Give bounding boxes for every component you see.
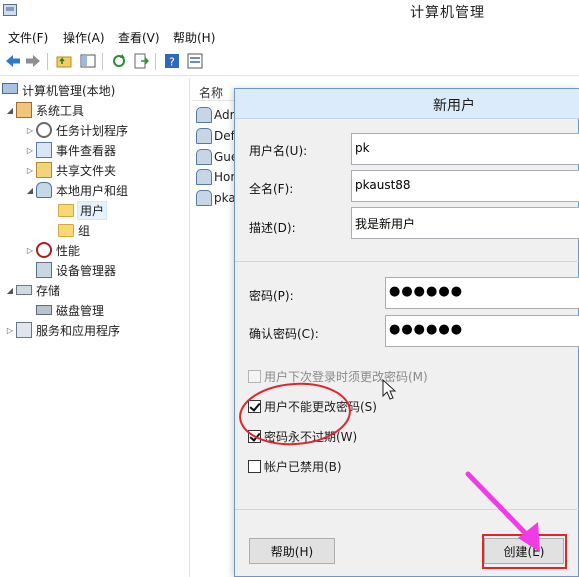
- description-field[interactable]: 我是新用户: [351, 207, 579, 239]
- column-header-name[interactable]: 名称: [199, 84, 223, 101]
- computer-icon: [2, 83, 18, 94]
- users-group-icon: [36, 182, 52, 198]
- tree-node-performance[interactable]: ▷ 性能: [24, 240, 80, 260]
- event-viewer-icon: [36, 142, 52, 158]
- collapsed-arrow-icon[interactable]: ▷: [24, 246, 36, 255]
- tree-node-root[interactable]: 计算机管理(本地): [2, 80, 115, 100]
- clock-icon: [36, 122, 52, 138]
- user-icon: [196, 149, 212, 165]
- help-button[interactable]: 帮助(H): [249, 538, 335, 564]
- refresh-icon[interactable]: [110, 52, 128, 70]
- password-label: 密码(P):: [249, 289, 294, 303]
- window-title: 计算机管理: [410, 5, 485, 21]
- list-item[interactable]: Adr: [196, 105, 235, 125]
- new-user-dialog: 新用户 用户名(U): pk 全名(F): pkaust88 描述(D): 我是…: [234, 88, 579, 577]
- tree-node-local-users-groups[interactable]: ◢ 本地用户和组: [24, 180, 128, 200]
- confirm-password-label: 确认密码(C):: [249, 327, 319, 341]
- list-item[interactable]: Def: [196, 126, 235, 146]
- collapsed-arrow-icon[interactable]: ▷: [4, 326, 16, 335]
- password-never-expires-checkbox[interactable]: 密码永不过期(W): [248, 428, 357, 445]
- list-item[interactable]: pka: [196, 188, 236, 208]
- cannot-change-password-checkbox[interactable]: 用户不能更改密码(S): [248, 398, 377, 415]
- user-icon: [196, 169, 212, 185]
- storage-icon: [16, 285, 32, 295]
- list-item[interactable]: Hor: [196, 167, 235, 187]
- svg-text:?: ?: [169, 56, 175, 69]
- user-icon: [196, 107, 212, 123]
- performance-icon: [36, 242, 52, 258]
- folder-icon: [58, 203, 74, 217]
- tree-node-task-scheduler[interactable]: ▷ 任务计划程序: [24, 120, 128, 140]
- toolbar: ?: [0, 48, 579, 76]
- checkbox-box[interactable]: [248, 460, 261, 473]
- user-icon: [196, 190, 212, 206]
- tree-node-services-apps[interactable]: ▷ 服务和应用程序: [4, 320, 120, 340]
- forward-icon[interactable]: [24, 52, 42, 70]
- tree-node-groups[interactable]: 组: [58, 220, 90, 240]
- dialog-title: 新用户: [433, 98, 475, 114]
- shared-folder-icon: [36, 162, 52, 178]
- checkbox-box[interactable]: [248, 400, 261, 413]
- toolbar-separator: [155, 53, 156, 70]
- menu-action[interactable]: 操作(A): [63, 29, 105, 46]
- dialog-title-bar: 新用户: [235, 89, 579, 119]
- expanded-arrow-icon[interactable]: ◢: [4, 106, 16, 115]
- user-icon: [196, 128, 212, 144]
- description-label: 描述(D):: [249, 221, 296, 235]
- menu-view[interactable]: 查看(V): [118, 29, 160, 46]
- show-hide-tree-icon[interactable]: [79, 52, 97, 70]
- up-folder-icon[interactable]: [55, 52, 73, 70]
- fullname-field[interactable]: pkaust88: [351, 170, 579, 202]
- divider: [235, 509, 579, 510]
- tree-node-users[interactable]: 用户: [58, 200, 108, 220]
- properties-icon[interactable]: [186, 52, 204, 70]
- divider: [235, 261, 579, 262]
- tree-node-storage[interactable]: ◢ 存储: [4, 280, 60, 300]
- services-icon: [16, 322, 32, 338]
- menu-bar: 文件(F) 操作(A) 查看(V) 帮助(H): [0, 27, 579, 47]
- username-field[interactable]: pk: [351, 133, 579, 165]
- tree-node-system-tools[interactable]: ◢ 系统工具: [4, 100, 84, 120]
- menu-help[interactable]: 帮助(H): [173, 29, 215, 46]
- help-icon[interactable]: ?: [163, 52, 181, 70]
- console-tree: 计算机管理(本地) ◢ 系统工具 ▷ 任务计划程序 ▷ 事件查看器 ▷ 共享文件…: [0, 78, 190, 577]
- title-bar: 计算机管理: [0, 0, 579, 26]
- expanded-arrow-icon[interactable]: ◢: [24, 186, 36, 195]
- tree-node-disk-management[interactable]: 磁盘管理: [36, 300, 104, 320]
- tools-icon: [16, 102, 32, 118]
- checkbox-box[interactable]: [248, 370, 261, 383]
- disk-icon: [36, 305, 52, 315]
- menu-file[interactable]: 文件(F): [8, 29, 48, 46]
- list-item[interactable]: Gue: [196, 147, 238, 167]
- create-button[interactable]: 创建(E): [484, 538, 564, 564]
- account-disabled-checkbox[interactable]: 帐户已禁用(B): [248, 458, 342, 475]
- tree-node-device-manager[interactable]: 设备管理器: [36, 260, 116, 280]
- must-change-password-checkbox[interactable]: 用户下次登录时须更改密码(M): [248, 368, 428, 385]
- computer-management-icon: [3, 4, 17, 16]
- back-icon[interactable]: [4, 52, 22, 70]
- folder-icon: [58, 223, 74, 237]
- toolbar-separator: [102, 53, 103, 70]
- password-field[interactable]: ●●●●●●: [385, 277, 579, 309]
- tree-node-shared-folders[interactable]: ▷ 共享文件夹: [24, 160, 116, 180]
- collapsed-arrow-icon[interactable]: ▷: [24, 126, 36, 135]
- collapsed-arrow-icon[interactable]: ▷: [24, 146, 36, 155]
- collapsed-arrow-icon[interactable]: ▷: [24, 166, 36, 175]
- device-manager-icon: [36, 262, 52, 278]
- confirm-password-field[interactable]: ●●●●●●: [385, 315, 579, 347]
- username-label: 用户名(U):: [249, 144, 308, 158]
- expanded-arrow-icon[interactable]: ◢: [4, 286, 16, 295]
- toolbar-separator: [47, 53, 48, 70]
- tree-node-event-viewer[interactable]: ▷ 事件查看器: [24, 140, 116, 160]
- fullname-label: 全名(F):: [249, 182, 294, 196]
- export-list-icon[interactable]: [132, 52, 150, 70]
- checkbox-box[interactable]: [248, 430, 261, 443]
